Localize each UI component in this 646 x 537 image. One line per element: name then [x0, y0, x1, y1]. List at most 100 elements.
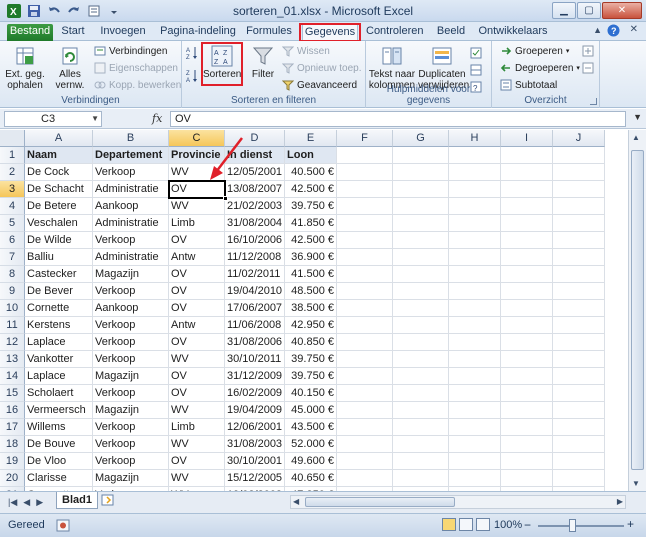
row-header[interactable]: 3 — [0, 181, 25, 198]
empty-cell[interactable] — [449, 419, 501, 436]
table-cell[interactable]: Clarisse — [25, 470, 93, 487]
column-header-a[interactable]: A — [25, 130, 93, 147]
column-header-g[interactable]: G — [393, 130, 449, 147]
column-header-f[interactable]: F — [337, 130, 393, 147]
data-validation-button[interactable] — [470, 47, 482, 59]
row-header[interactable]: 20 — [0, 470, 25, 487]
row-header[interactable]: 9 — [0, 283, 25, 300]
empty-cell[interactable] — [449, 147, 501, 164]
alles-vernieuwen-button[interactable]: Alles vernw. — [50, 45, 90, 91]
empty-cell[interactable] — [449, 317, 501, 334]
empty-cell[interactable] — [501, 266, 553, 283]
table-cell[interactable]: Verkoop — [93, 351, 169, 368]
empty-cell[interactable] — [553, 181, 605, 198]
table-cell[interactable]: 40.850 € — [285, 334, 337, 351]
table-cell[interactable]: Verkoop — [93, 385, 169, 402]
table-cell[interactable]: 39.750 € — [285, 198, 337, 215]
table-cell[interactable]: WV — [169, 470, 225, 487]
table-cell[interactable]: 42.500 € — [285, 181, 337, 198]
empty-cell[interactable] — [553, 266, 605, 283]
empty-cell[interactable] — [501, 368, 553, 385]
table-cell[interactable]: WV — [169, 351, 225, 368]
table-cell[interactable]: 48.500 € — [285, 283, 337, 300]
eigenschappen-button[interactable]: Eigenschappen — [94, 62, 178, 74]
table-cell[interactable]: Verkoop — [93, 419, 169, 436]
empty-cell[interactable] — [553, 385, 605, 402]
help-icon[interactable]: ? — [607, 24, 620, 40]
table-cell[interactable]: De Bouve — [25, 436, 93, 453]
page-break-view-icon[interactable] — [476, 518, 490, 531]
first-sheet-icon[interactable]: |◀ — [8, 497, 17, 508]
table-cell[interactable]: WV — [169, 402, 225, 419]
table-cell[interactable]: De Cock — [25, 164, 93, 181]
row-header[interactable]: 17 — [0, 419, 25, 436]
empty-cell[interactable] — [553, 283, 605, 300]
table-cell[interactable]: Limb — [169, 419, 225, 436]
row-header[interactable]: 18 — [0, 436, 25, 453]
table-cell[interactable]: 41.850 € — [285, 215, 337, 232]
table-cell[interactable]: Antw — [169, 317, 225, 334]
table-cell[interactable]: Administratie — [93, 249, 169, 266]
minimize-ribbon-icon[interactable]: ▲ — [593, 25, 602, 35]
table-cell[interactable]: 39.750 € — [285, 351, 337, 368]
table-cell[interactable]: Magazijn — [93, 402, 169, 419]
empty-cell[interactable] — [337, 351, 393, 368]
next-sheet-icon[interactable]: ▶ — [36, 497, 43, 508]
empty-cell[interactable] — [449, 334, 501, 351]
tab-formules[interactable]: Formules — [246, 24, 292, 41]
minimize-icon[interactable]: ▁ — [552, 2, 576, 19]
page-layout-view-icon[interactable] — [459, 518, 473, 531]
ext-gegevens-button[interactable]: Ext. geg. ophalen — [4, 45, 46, 91]
tab-controleren[interactable]: Controleren — [366, 24, 423, 41]
table-cell[interactable]: OV — [169, 368, 225, 385]
function-wizard-icon[interactable]: fx — [152, 112, 162, 125]
column-header-i[interactable]: I — [501, 130, 553, 147]
worksheet-grid[interactable]: A B C D E F G H I J 1 Naam Departement Provincie In di… — [0, 130, 628, 491]
empty-cell[interactable] — [393, 164, 449, 181]
groeperen-button[interactable]: Groeperen ▾ — [500, 45, 569, 57]
empty-cell[interactable] — [393, 419, 449, 436]
show-detail-button[interactable] — [582, 45, 594, 57]
scroll-up-icon[interactable]: ▲ — [632, 133, 640, 142]
empty-cell[interactable] — [449, 283, 501, 300]
table-cell[interactable]: Verkoop — [93, 232, 169, 249]
empty-cell[interactable] — [553, 232, 605, 249]
table-cell[interactable]: 31/08/2004 — [225, 215, 285, 232]
empty-cell[interactable] — [337, 453, 393, 470]
empty-cell[interactable] — [393, 368, 449, 385]
table-cell[interactable]: Verkoop — [93, 334, 169, 351]
empty-cell[interactable] — [337, 300, 393, 317]
table-cell[interactable]: 15/12/2005 — [225, 470, 285, 487]
fill-handle[interactable] — [223, 196, 228, 201]
horizontal-scrollbar[interactable]: ◀ ▶ — [290, 495, 626, 509]
table-cell[interactable]: 52.000 € — [285, 436, 337, 453]
empty-cell[interactable] — [337, 317, 393, 334]
table-cell[interactable]: OV — [169, 232, 225, 249]
subtotaal-button[interactable]: Subtotaal — [500, 79, 557, 91]
empty-cell[interactable] — [553, 402, 605, 419]
table-cell[interactable]: OV — [169, 385, 225, 402]
select-all-corner[interactable] — [0, 130, 25, 147]
empty-cell[interactable] — [501, 283, 553, 300]
table-cell[interactable]: 19/04/2009 — [225, 402, 285, 419]
empty-cell[interactable] — [501, 249, 553, 266]
vertical-scroll-thumb[interactable] — [631, 150, 644, 470]
sort-az-button[interactable]: AZ — [186, 46, 198, 61]
empty-cell[interactable] — [449, 181, 501, 198]
empty-cell[interactable] — [501, 198, 553, 215]
table-cell[interactable]: 21/02/2003 — [225, 198, 285, 215]
table-cell[interactable]: De Schacht — [25, 181, 93, 198]
empty-cell[interactable] — [393, 402, 449, 419]
empty-cell[interactable] — [337, 419, 393, 436]
table-header-cell[interactable]: Loon — [285, 147, 337, 164]
empty-cell[interactable] — [501, 317, 553, 334]
row-header[interactable]: 13 — [0, 351, 25, 368]
row-header[interactable]: 6 — [0, 232, 25, 249]
table-cell[interactable]: De Betere — [25, 198, 93, 215]
empty-cell[interactable] — [393, 385, 449, 402]
table-cell[interactable]: 40.650 € — [285, 470, 337, 487]
prev-sheet-icon[interactable]: ◀ — [23, 497, 30, 508]
scroll-left-icon[interactable]: ◀ — [293, 497, 299, 506]
empty-cell[interactable] — [449, 470, 501, 487]
table-cell[interactable]: Antw — [169, 249, 225, 266]
